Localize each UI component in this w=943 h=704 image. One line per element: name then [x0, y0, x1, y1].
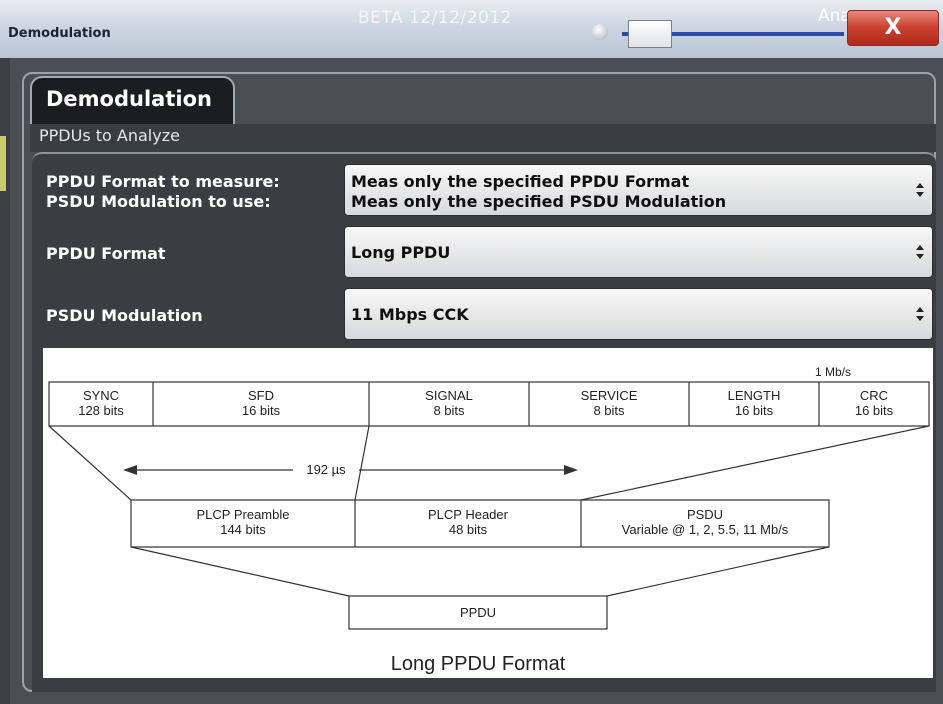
window-title: Demodulation [8, 26, 111, 41]
arrow-right-icon [564, 465, 578, 475]
left-edge-marker [0, 136, 6, 191]
rate-label: 1 Mb/s [815, 365, 851, 379]
field-bits: 8 bits [433, 403, 465, 418]
section-title: PPDUs to Analyze [39, 126, 180, 145]
close-icon: X [884, 15, 902, 40]
ppdu-format-label: PPDU Format [46, 244, 166, 263]
diagram-caption: Long PPDU Format [391, 653, 566, 675]
connector-line [354, 425, 370, 501]
close-button[interactable]: X [847, 10, 939, 46]
block-detail: 144 bits [220, 522, 266, 537]
dropdown-arrows-icon [916, 305, 924, 323]
plcp-fields-row [48, 381, 930, 427]
field-name: LENGTH [728, 388, 781, 403]
field-name: SFD [248, 388, 274, 403]
field-name: SERVICE [581, 388, 638, 403]
ppdu-format-value: Long PPDU [351, 243, 451, 262]
format-to-measure-label: PPDU Format to measure: [46, 172, 280, 191]
ppdu-format-diagram: 1 Mb/s SYNC 128 bits SFD 16 bits SIGNAL … [43, 348, 933, 678]
psdu-modulation-dropdown[interactable]: 11 Mbps CCK [344, 288, 933, 340]
dropdown-arrows-icon [916, 243, 924, 261]
transparency-slider-thumb[interactable] [628, 20, 672, 48]
modulation-to-use-value: Meas only the specified PSDU Modulation [351, 192, 727, 211]
ppdu-format-dropdown[interactable]: Long PPDU [344, 226, 933, 278]
format-to-measure-value: Meas only the specified PPDU Format [351, 172, 690, 191]
dropdown-arrows-icon [916, 181, 924, 199]
title-bar: Demodulation BETA 12/12/2012 Ana X [0, 0, 943, 58]
beta-label: BETA 12/12/2012 [358, 8, 512, 28]
connector-line [48, 425, 132, 501]
field-bits: 128 bits [78, 403, 124, 418]
field-name: SIGNAL [425, 388, 473, 403]
section-header: PPDUs to Analyze [30, 124, 936, 152]
duration-label: 192 µs [306, 462, 346, 477]
field-bits: 16 bits [242, 403, 281, 418]
ppdu-label: PPDU [460, 605, 496, 620]
psdu-modulation-label: PSDU Modulation [46, 306, 203, 325]
tab-demodulation-label: Demodulation [46, 87, 212, 111]
block-name: PLCP Preamble [197, 507, 290, 522]
field-bits: 16 bits [855, 403, 894, 418]
block-name: PSDU [687, 507, 723, 522]
ana-label: Ana [818, 6, 851, 26]
block-name: PLCP Header [428, 507, 509, 522]
ppdu-diagram-svg: 1 Mb/s SYNC 128 bits SFD 16 bits SIGNAL … [48, 365, 930, 675]
tab-demodulation[interactable]: Demodulation [30, 76, 235, 126]
block-detail: Variable @ 1, 2, 5.5, 11 Mb/s [622, 522, 789, 537]
arrow-left-icon [123, 465, 137, 475]
field-bits: 8 bits [593, 403, 625, 418]
field-name: SYNC [83, 388, 119, 403]
left-edge [0, 58, 10, 704]
slider-dot-icon[interactable] [592, 24, 608, 40]
field-bits: 16 bits [735, 403, 774, 418]
block-detail: 48 bits [449, 522, 488, 537]
psdu-modulation-value: 11 Mbps CCK [351, 305, 469, 324]
connector-line [130, 546, 350, 597]
analysis-mode-dropdown[interactable]: Meas only the specified PPDU Format Meas… [344, 164, 933, 216]
connector-line [580, 425, 930, 501]
field-name: CRC [860, 388, 888, 403]
modulation-to-use-label: PSDU Modulation to use: [46, 192, 271, 211]
connector-line [606, 546, 830, 597]
